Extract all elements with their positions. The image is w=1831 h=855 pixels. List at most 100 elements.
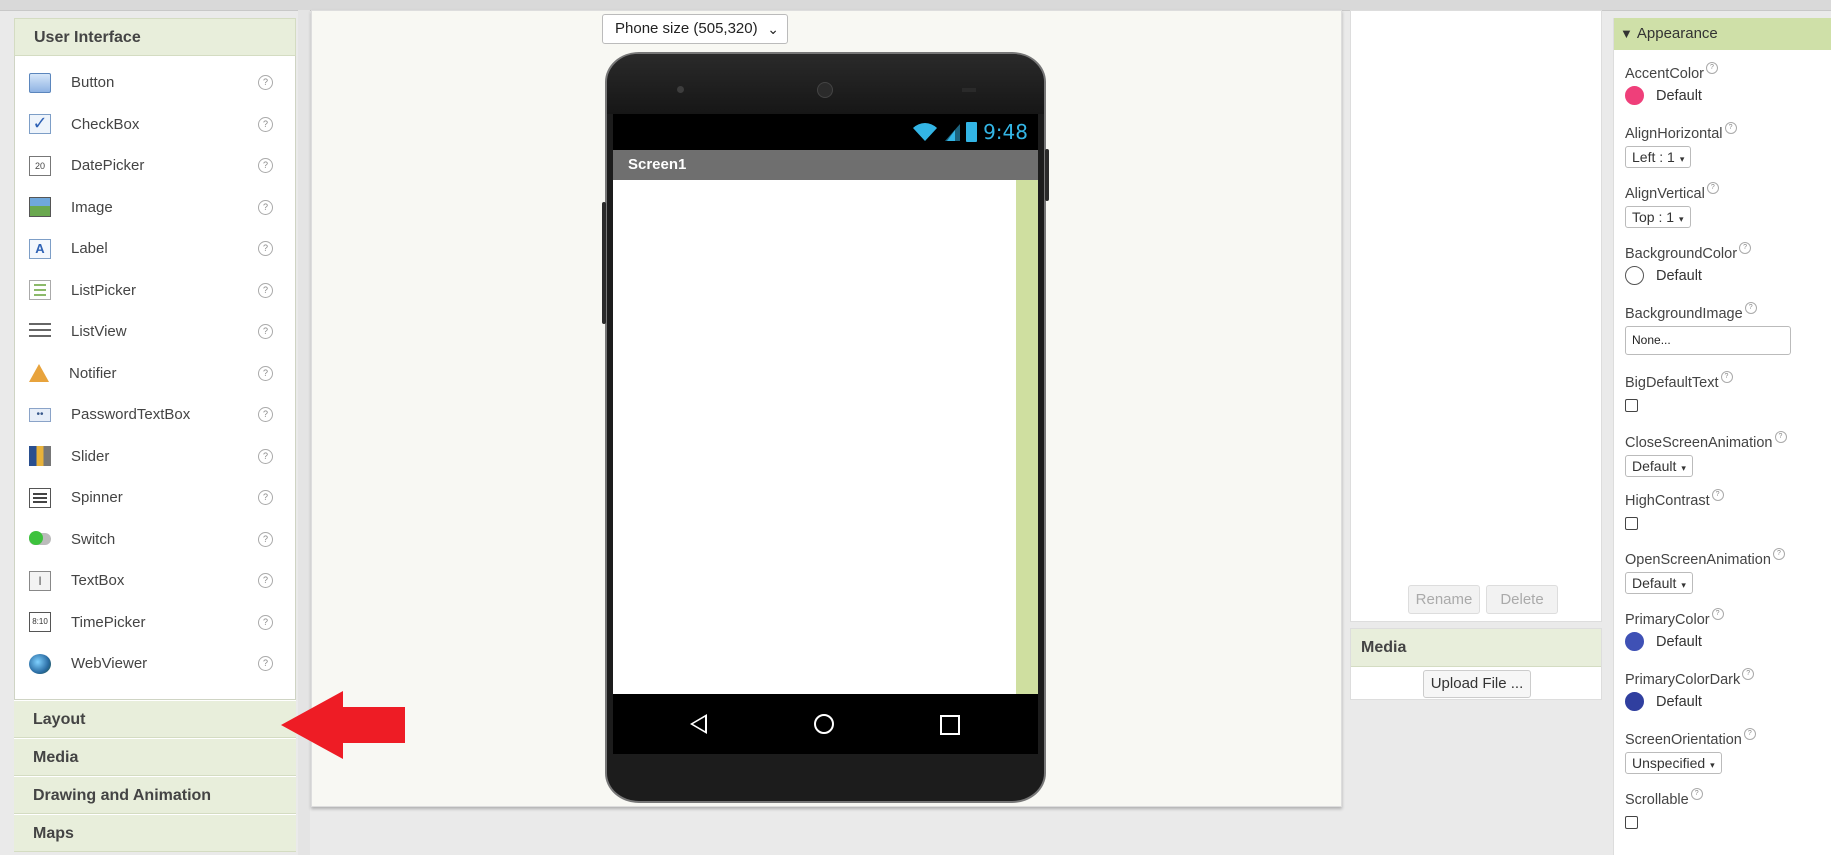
help-icon[interactable]: ? bbox=[258, 531, 273, 547]
palette-item-switch[interactable]: Switch ? bbox=[15, 519, 295, 561]
help-icon[interactable]: ? bbox=[1720, 371, 1733, 383]
palette-item-label: Spinner bbox=[71, 489, 123, 507]
background-image-field[interactable]: None... bbox=[1625, 326, 1791, 355]
palette-category-maps[interactable]: Maps bbox=[14, 814, 296, 852]
palette-item-checkbox[interactable]: ✓ CheckBox ? bbox=[15, 104, 295, 146]
help-icon[interactable]: ? bbox=[1774, 431, 1787, 443]
palette-category-layout[interactable]: Layout bbox=[14, 700, 296, 738]
palette-category-media[interactable]: Media bbox=[14, 738, 296, 776]
palette-item-webviewer[interactable]: WebViewer ? bbox=[15, 643, 295, 685]
palette-item-datepicker[interactable]: 20 DatePicker ? bbox=[15, 145, 295, 187]
datepicker-icon: 20 bbox=[29, 155, 51, 176]
help-icon[interactable]: ? bbox=[1705, 62, 1718, 74]
prop-label: BigDefaultText bbox=[1625, 375, 1719, 391]
help-icon[interactable]: ? bbox=[1711, 608, 1724, 620]
palette-category-drawing-animation[interactable]: Drawing and Animation bbox=[14, 776, 296, 814]
power-button bbox=[1045, 149, 1049, 201]
collapse-triangle-icon: ▼ bbox=[1620, 26, 1633, 41]
align-vertical-dropdown[interactable]: Top : 1 ▾ bbox=[1625, 206, 1691, 228]
prop-accent-color: AccentColor? Default bbox=[1625, 62, 1718, 105]
help-icon[interactable]: ? bbox=[1742, 668, 1755, 680]
palette-item-image[interactable]: Image ? bbox=[15, 187, 295, 229]
prop-primary-color-dark: PrimaryColorDark? Default bbox=[1625, 668, 1755, 711]
button-icon bbox=[29, 72, 51, 93]
palette-item-listpicker[interactable]: ListPicker ? bbox=[15, 270, 295, 312]
help-icon[interactable]: ? bbox=[258, 116, 273, 132]
open-screen-animation-dropdown[interactable]: Default ▾ bbox=[1625, 572, 1693, 594]
primary-color-picker[interactable]: Default bbox=[1625, 632, 1724, 651]
palette-item-spinner[interactable]: Spinner ? bbox=[15, 477, 295, 519]
properties-panel: ▼ Appearance AccentColor? Default AlignHo… bbox=[1613, 18, 1831, 855]
delete-button[interactable]: Delete bbox=[1486, 585, 1558, 614]
palette-item-label: DatePicker bbox=[71, 157, 145, 175]
help-icon[interactable]: ? bbox=[258, 158, 273, 174]
screen-canvas[interactable] bbox=[613, 180, 1016, 694]
dropdown-value: Top : 1 bbox=[1632, 209, 1675, 225]
help-icon[interactable]: ? bbox=[1743, 728, 1756, 740]
palette-item-slider[interactable]: Slider ? bbox=[15, 436, 295, 478]
palette-item-timepicker[interactable]: 8:10 TimePicker ? bbox=[15, 602, 295, 644]
palette-item-listview[interactable]: ListView ? bbox=[15, 311, 295, 353]
palette-item-passwordtextbox[interactable]: •• PasswordTextBox ? bbox=[15, 394, 295, 436]
help-icon[interactable]: ? bbox=[258, 656, 273, 672]
help-icon[interactable]: ? bbox=[1706, 182, 1719, 194]
palette-list: Button ? ✓ CheckBox ? 20 DatePicker ? Im… bbox=[14, 56, 296, 700]
upload-file-button[interactable]: Upload File ... bbox=[1423, 670, 1531, 698]
background-color-picker[interactable]: Default bbox=[1625, 266, 1751, 285]
color-swatch bbox=[1625, 692, 1644, 711]
prop-label: AccentColor bbox=[1625, 66, 1704, 82]
palette-header-user-interface[interactable]: User Interface bbox=[14, 18, 296, 56]
scrollable-checkbox[interactable] bbox=[1625, 816, 1638, 829]
listpicker-icon bbox=[29, 280, 51, 301]
primary-color-dark-picker[interactable]: Default bbox=[1625, 692, 1754, 711]
palette-item-button[interactable]: Button ? bbox=[15, 62, 295, 104]
palette-item-notifier[interactable]: Notifier ? bbox=[15, 353, 295, 395]
color-value: Default bbox=[1656, 693, 1702, 710]
appearance-header[interactable]: ▼ Appearance bbox=[1614, 18, 1831, 50]
help-icon[interactable]: ? bbox=[258, 199, 273, 215]
component-palette: User Interface Button ? ✓ CheckBox ? 20 … bbox=[14, 18, 296, 855]
nav-bar bbox=[613, 694, 1038, 754]
help-icon[interactable]: ? bbox=[1724, 122, 1737, 134]
help-icon[interactable]: ? bbox=[258, 241, 273, 257]
help-icon[interactable]: ? bbox=[1690, 788, 1703, 800]
help-icon[interactable]: ? bbox=[258, 448, 273, 464]
screen-orientation-dropdown[interactable]: Unspecified ▾ bbox=[1625, 752, 1722, 774]
help-icon[interactable]: ? bbox=[1739, 242, 1752, 254]
help-icon[interactable]: ? bbox=[258, 573, 273, 589]
help-icon[interactable]: ? bbox=[258, 614, 273, 630]
help-icon[interactable]: ? bbox=[1772, 548, 1785, 560]
high-contrast-checkbox[interactable] bbox=[1625, 517, 1638, 530]
preview-size-select[interactable]: Phone size (505,320) ⌄ bbox=[602, 14, 788, 44]
palette-item-label[interactable]: A Label ? bbox=[15, 228, 295, 270]
chevron-down-icon: ⌄ bbox=[767, 21, 779, 37]
wifi-icon bbox=[913, 123, 938, 141]
dropdown-value: Left : 1 bbox=[1632, 149, 1675, 165]
help-icon[interactable]: ? bbox=[258, 365, 273, 381]
align-horizontal-dropdown[interactable]: Left : 1 ▾ bbox=[1625, 146, 1692, 168]
help-icon[interactable]: ? bbox=[258, 75, 273, 91]
accent-color-picker[interactable]: Default bbox=[1625, 86, 1718, 105]
help-icon[interactable]: ? bbox=[258, 282, 273, 298]
help-icon[interactable]: ? bbox=[258, 324, 273, 340]
prop-label: PrimaryColor bbox=[1625, 612, 1710, 628]
rename-button[interactable]: Rename bbox=[1408, 585, 1480, 614]
close-screen-animation-dropdown[interactable]: Default ▾ bbox=[1625, 455, 1693, 477]
prop-primary-color: PrimaryColor? Default bbox=[1625, 608, 1724, 651]
prop-open-screen-animation: OpenScreenAnimation? Default ▾ bbox=[1625, 548, 1785, 594]
help-icon[interactable]: ? bbox=[1744, 302, 1757, 314]
help-icon[interactable]: ? bbox=[258, 490, 273, 506]
help-icon[interactable]: ? bbox=[258, 407, 273, 423]
color-swatch bbox=[1625, 266, 1644, 285]
big-default-text-checkbox[interactable] bbox=[1625, 399, 1638, 412]
palette-item-textbox[interactable]: I TextBox ? bbox=[15, 560, 295, 602]
dropdown-value: Default bbox=[1632, 458, 1677, 474]
palette-item-label: ListPicker bbox=[71, 281, 137, 299]
battery-icon bbox=[966, 122, 978, 142]
status-icons: 9:48 bbox=[912, 120, 1028, 144]
prop-close-screen-animation: CloseScreenAnimation? Default ▾ bbox=[1625, 431, 1787, 477]
help-icon[interactable]: ? bbox=[1711, 489, 1724, 501]
palette-item-label: PasswordTextBox bbox=[71, 406, 191, 424]
screen-title-bar[interactable]: Screen1 bbox=[613, 150, 1038, 180]
prop-high-contrast: HighContrast? bbox=[1625, 489, 1724, 530]
